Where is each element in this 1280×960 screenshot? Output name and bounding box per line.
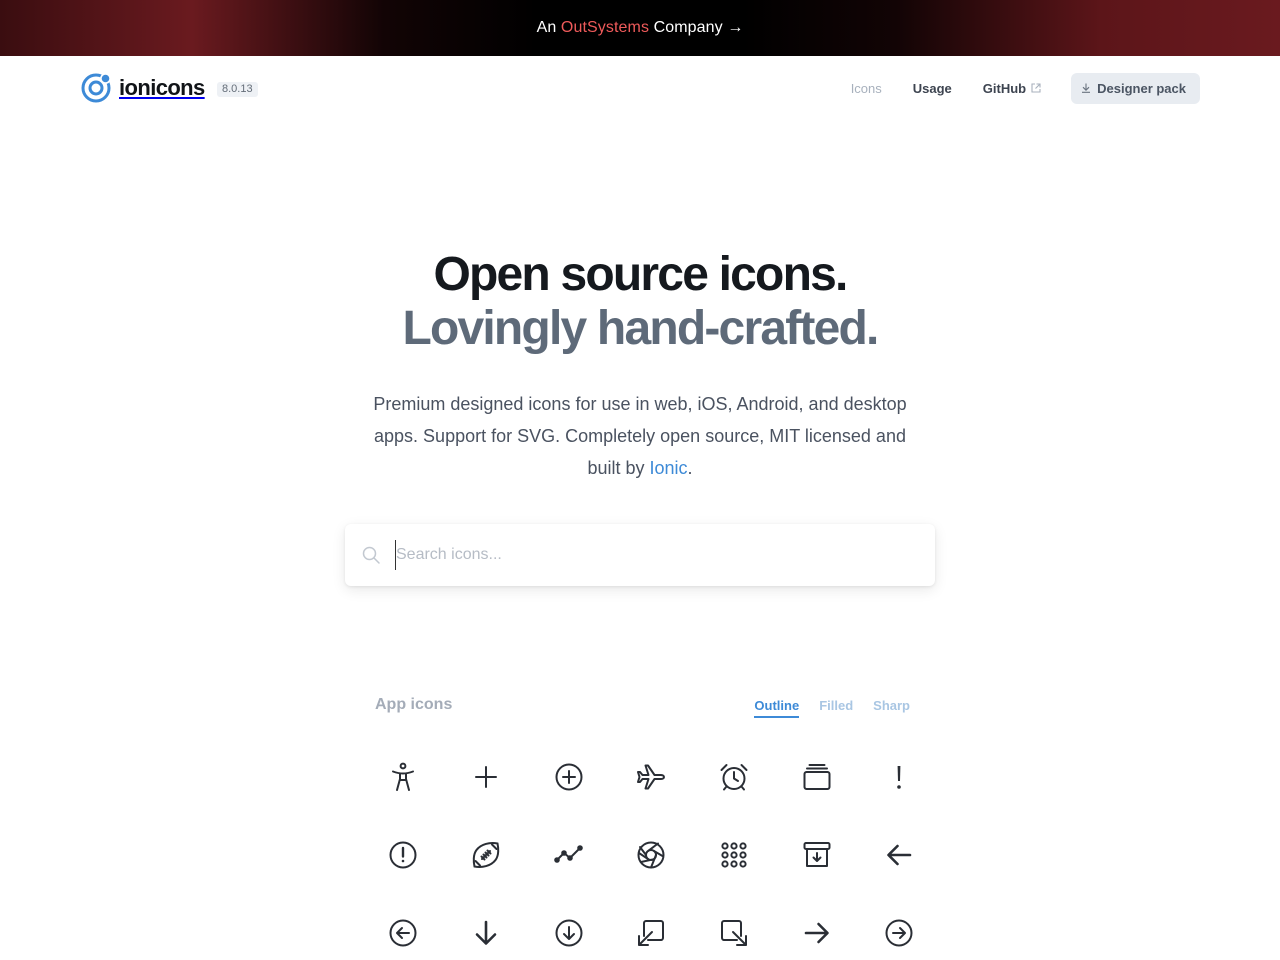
- arrow-back-icon: [887, 844, 912, 866]
- site-header: ionicons 8.0.13 Icons Usage GitHub Desig…: [0, 56, 1280, 120]
- main-nav: Icons Usage GitHub Designer pack: [851, 72, 1200, 104]
- icon-tile[interactable]: [527, 828, 610, 882]
- icon-tile[interactable]: [610, 828, 693, 882]
- alert-icon: [897, 766, 902, 789]
- icon-tile[interactable]: [610, 750, 693, 804]
- icon-tile[interactable]: [775, 750, 858, 804]
- designer-pack-button[interactable]: Designer pack: [1071, 72, 1200, 104]
- ionicons-logo-icon: [81, 73, 111, 103]
- tab-sharp[interactable]: Sharp: [873, 698, 910, 718]
- ionic-link[interactable]: Ionic: [650, 458, 688, 478]
- arrow-down-circle-icon: [555, 919, 583, 947]
- aperture-icon: [637, 841, 665, 869]
- icon-tile[interactable]: [693, 906, 776, 960]
- top-banner[interactable]: An OutSystems Company →: [0, 0, 1280, 56]
- hero-title-line2: Lovingly hand-crafted.: [402, 302, 879, 355]
- search-box: [345, 524, 935, 586]
- banner-prefix: An: [536, 19, 557, 36]
- hero-title: Open source icons. Lovingly hand-crafted…: [0, 248, 1280, 356]
- search-input[interactable]: [395, 540, 915, 570]
- nav-github-label: GitHub: [982, 80, 1027, 96]
- archive-icon: [803, 842, 831, 867]
- arrow-down-left-box-icon: [638, 920, 665, 946]
- accessibility-icon: [392, 762, 415, 791]
- icon-tile[interactable]: [445, 906, 528, 960]
- icon-grid: [362, 750, 922, 960]
- nav-usage[interactable]: Usage: [913, 81, 952, 96]
- icon-tile[interactable]: [775, 906, 858, 960]
- icon-tile[interactable]: [362, 750, 445, 804]
- style-tabs: Outline Filled Sharp: [734, 698, 910, 718]
- icon-tile[interactable]: [693, 750, 776, 804]
- icon-tile[interactable]: [445, 750, 528, 804]
- banner-suffix: Company →: [653, 19, 744, 36]
- airplane-icon: [637, 764, 666, 790]
- icon-tile[interactable]: [610, 906, 693, 960]
- alert-circle-icon: [389, 841, 417, 869]
- hero-title-line1: Open source icons.: [433, 248, 848, 301]
- icons-section-header: App icons Outline Filled Sharp: [375, 693, 910, 721]
- icon-tile[interactable]: [858, 828, 941, 882]
- logo-text: ionicons: [119, 75, 205, 100]
- search-icon: [362, 546, 380, 564]
- outsystems-banner-link[interactable]: An OutSystems Company →: [537, 19, 744, 37]
- arrow-down-icon: [475, 920, 497, 945]
- icon-tile[interactable]: [858, 750, 941, 804]
- version-badge: 8.0.13: [217, 82, 258, 97]
- albums-icon: [803, 764, 831, 790]
- alarm-icon: [720, 764, 748, 791]
- external-link-icon: [1031, 83, 1041, 93]
- arrow-forward-circle-icon: [885, 919, 913, 947]
- american-football-icon: [472, 842, 500, 868]
- logo-link[interactable]: ionicons: [80, 72, 205, 104]
- icon-tile[interactable]: [693, 828, 776, 882]
- add-circle-icon: [555, 763, 583, 791]
- arrow-down-right-box-icon: [721, 920, 748, 946]
- icon-tile[interactable]: [775, 828, 858, 882]
- section-title: App icons: [375, 696, 453, 713]
- icon-tile[interactable]: [858, 906, 941, 960]
- apps-icon: [721, 842, 747, 868]
- hero-description: Premium designed icons for use in web, i…: [370, 388, 910, 484]
- banner-brand: OutSystems: [560, 19, 650, 36]
- analytics-icon: [553, 845, 583, 863]
- nav-github[interactable]: GitHub: [983, 81, 1041, 96]
- download-icon: [1082, 83, 1091, 93]
- icon-tile[interactable]: [527, 906, 610, 960]
- tab-outline[interactable]: Outline: [754, 698, 800, 718]
- icon-tile[interactable]: [362, 828, 445, 882]
- icon-tile[interactable]: [445, 828, 528, 882]
- designer-pack-label: Designer pack: [1097, 80, 1186, 96]
- hero-desc-text: Premium designed icons for use in web, i…: [373, 394, 907, 478]
- nav-icons[interactable]: Icons: [851, 81, 882, 96]
- hero-desc-end: .: [687, 458, 693, 478]
- arrow-back-circle-icon: [389, 919, 417, 947]
- icon-tile[interactable]: [527, 750, 610, 804]
- icon-tile[interactable]: [362, 906, 445, 960]
- add-icon: [475, 766, 498, 788]
- arrow-forward-icon: [804, 922, 829, 944]
- tab-filled[interactable]: Filled: [819, 698, 853, 718]
